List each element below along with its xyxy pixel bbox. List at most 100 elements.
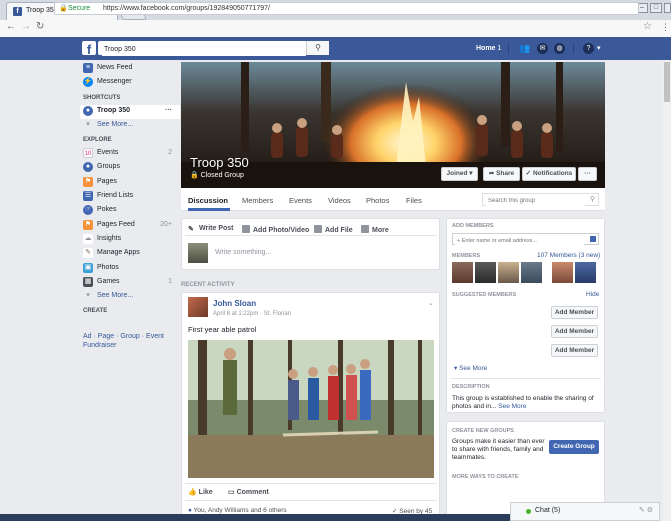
sidebar-item-troop-350[interactable]: ● Troop 350 ···	[80, 104, 180, 119]
comment-button[interactable]: ▭ Comment	[228, 488, 269, 496]
fundraiser-link[interactable]: Fundraiser	[83, 341, 183, 350]
chevron-down-icon: ▾	[454, 365, 458, 372]
messenger-icon: ⚡	[83, 77, 93, 88]
sidebar-item-pokes[interactable]: ☞ Pokes	[80, 204, 180, 218]
description-heading: DESCRIPTION	[452, 384, 490, 390]
write-post-tab[interactable]: ✎ Write Post	[188, 225, 234, 233]
help-icon[interactable]: ?	[583, 43, 594, 54]
bookmark-star-icon[interactable]: ☆	[643, 21, 652, 32]
chevron-down-icon[interactable]: ⌄	[428, 299, 434, 307]
lock-icon: 🔒	[190, 172, 199, 179]
reload-icon[interactable]: ↻	[36, 21, 44, 32]
more-tab[interactable]: More	[361, 225, 389, 234]
chat-settings-icon[interactable]: ✎ ⚙	[639, 506, 653, 514]
thumbs-up-icon: 👍	[188, 489, 197, 496]
lock-icon: 🔒	[59, 5, 68, 12]
add-member-button[interactable]: Add Member	[551, 344, 598, 357]
group-search-input[interactable]	[486, 195, 585, 207]
sidebar-item-label: Troop 350	[97, 106, 131, 114]
reactions-summary[interactable]: ● You, Andy Williams and 6 others	[188, 507, 287, 514]
notifications-label: Notifications	[532, 170, 573, 177]
post-photo[interactable]	[188, 340, 434, 478]
groups-icon: ●	[83, 162, 93, 173]
url-field[interactable]: 🔒 Secure https://www.facebook.com/groups…	[54, 2, 639, 15]
sidebar-item-pages-feed[interactable]: ⚑ Pages Feed 20+	[80, 219, 180, 233]
add-photo-video-tab[interactable]: Add Photo/Video	[242, 225, 309, 234]
member-avatar[interactable]	[475, 262, 496, 283]
sidebar-item-manage-apps[interactable]: ✎ Manage Apps	[80, 247, 180, 261]
add-members-input[interactable]	[455, 235, 584, 246]
scrollbar-track[interactable]	[663, 60, 671, 521]
games-icon: ▦	[83, 276, 93, 287]
sidebar-item-label: Manage Apps	[97, 249, 140, 257]
share-button[interactable]: ➦ Share	[483, 167, 520, 181]
account-menu-chevron-icon[interactable]: ▾	[597, 44, 601, 52]
description-see-more-link[interactable]: See More	[498, 403, 526, 410]
tab-photos[interactable]: Photos	[366, 196, 389, 205]
sidebar-item-label: Messenger	[97, 78, 132, 86]
notifications-button[interactable]: ✓ Notifications	[522, 167, 576, 181]
member-avatar[interactable]	[552, 262, 573, 283]
members-count-link[interactable]: 107 Members (3 new)	[537, 252, 600, 259]
member-avatar[interactable]	[521, 262, 542, 283]
joined-button[interactable]: Joined ▾	[441, 167, 478, 181]
tab-members[interactable]: Members	[242, 196, 273, 205]
add-member-button[interactable]: Add Member	[551, 306, 598, 319]
author-avatar[interactable]	[188, 297, 208, 317]
tab-files[interactable]: Files	[406, 196, 422, 205]
tab-discussion[interactable]: Discussion	[188, 196, 228, 205]
composer-input[interactable]: Write something...	[215, 249, 271, 256]
like-button[interactable]: 👍 Like	[188, 488, 213, 496]
sidebar-item-messenger[interactable]: ⚡ Messenger	[80, 76, 180, 90]
manage-apps-icon: ✎	[83, 248, 93, 259]
see-more-label: See More	[459, 365, 488, 372]
hide-link[interactable]: Hide	[586, 291, 599, 298]
group-title: Troop 350	[190, 155, 249, 170]
maximize-button[interactable]: □	[650, 3, 662, 13]
tab-events[interactable]: Events	[289, 196, 312, 205]
sidebar-item-label: Groups	[97, 163, 120, 171]
facebook-logo-icon[interactable]: f	[82, 41, 96, 57]
sidebar-item-photos[interactable]: ▣ Photos	[80, 262, 180, 276]
sidebar-see-more[interactable]: ▾ See More...	[80, 119, 180, 133]
insights-icon: ☁	[83, 233, 93, 244]
home-link[interactable]: Home 1	[476, 45, 501, 52]
friend-requests-icon[interactable]: 👥	[519, 43, 530, 54]
address-book-icon[interactable]	[590, 236, 596, 242]
create-links-line[interactable]: Ad · Page · Group · Event	[83, 332, 183, 341]
add-file-tab[interactable]: Add File	[314, 225, 353, 234]
sidebar-item-games[interactable]: ▦ Games 1	[80, 276, 180, 290]
close-window-button[interactable]	[664, 3, 671, 13]
forward-arrow-icon[interactable]: →	[21, 21, 31, 32]
sidebar-item-events[interactable]: 10 Events 2	[80, 147, 180, 161]
user-avatar	[188, 243, 208, 263]
back-arrow-icon[interactable]: ←	[6, 21, 16, 32]
search-button[interactable]: ⚲	[306, 41, 329, 55]
sidebar-item-insights[interactable]: ☁ Insights	[80, 233, 180, 247]
url-text[interactable]: https://www.facebook.com/groups/19284905…	[103, 5, 270, 12]
post-author[interactable]: John Sloan	[213, 299, 256, 308]
tab-videos[interactable]: Videos	[328, 196, 351, 205]
search-icon[interactable]: ⚲	[590, 195, 595, 203]
more-options-button[interactable]: ···	[578, 167, 597, 181]
add-member-button[interactable]: Add Member	[551, 325, 598, 338]
home-count: 1	[497, 45, 502, 52]
check-icon: ✓	[525, 170, 532, 177]
scrollbar-thumb[interactable]	[664, 62, 670, 102]
sidebar-item-friend-lists[interactable]: ☰ Friend Lists	[80, 190, 180, 204]
sidebar-item-news-feed[interactable]: ≡ News Feed	[80, 62, 180, 76]
chat-bar[interactable]: Chat (5) ✎ ⚙	[510, 502, 660, 521]
sidebar-item-groups[interactable]: ● Groups	[80, 161, 180, 175]
member-avatar[interactable]	[452, 262, 473, 283]
messages-icon[interactable]: ✉	[537, 43, 548, 54]
member-avatar[interactable]	[575, 262, 596, 283]
shortcut-more-icon[interactable]: ···	[165, 107, 172, 114]
notifications-globe-icon[interactable]: ◍	[554, 43, 565, 54]
sidebar-item-pages[interactable]: ⚑ Pages	[80, 176, 180, 190]
create-group-button[interactable]: Create Group	[549, 440, 599, 454]
member-avatar[interactable]	[498, 262, 519, 283]
see-more-link[interactable]: ▾ See More	[454, 364, 487, 372]
browser-menu-icon[interactable]: ⋮	[661, 22, 670, 33]
facebook-search-input[interactable]	[102, 42, 306, 56]
sidebar-see-more[interactable]: ▾ See More...	[80, 290, 180, 304]
